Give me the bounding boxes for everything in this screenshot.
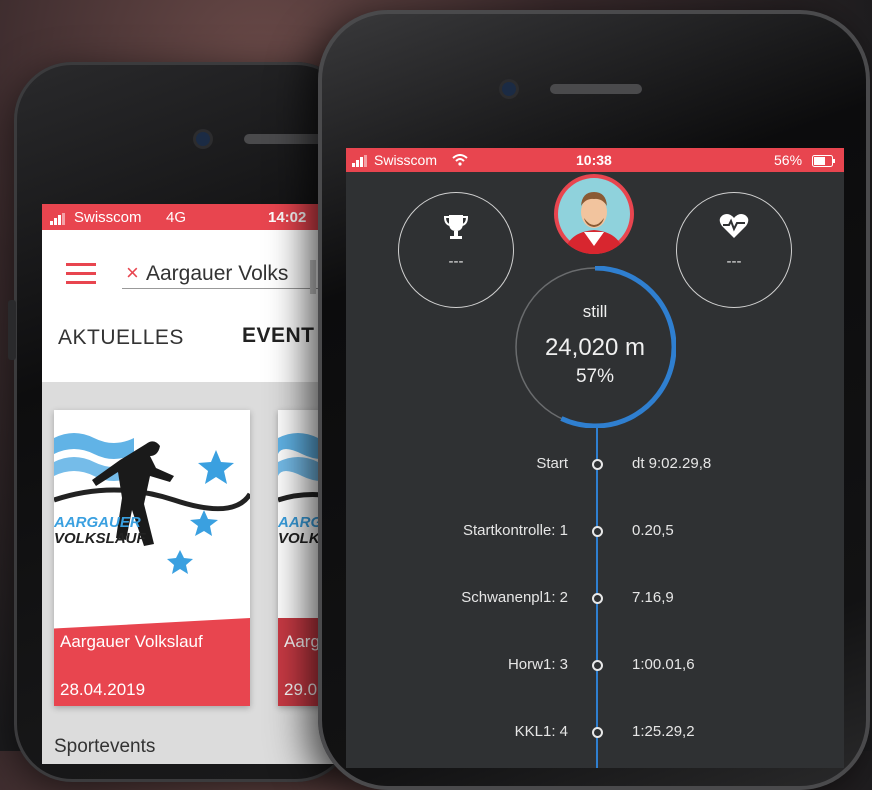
front-camera bbox=[502, 82, 516, 96]
timeline-node bbox=[592, 526, 603, 537]
event-card[interactable]: AARGAUER VOLKSLAUF Aargauer Volkslauf 28… bbox=[54, 410, 250, 706]
timeline-label: KKL1: 4 bbox=[514, 723, 568, 740]
event-title: Aargauer Volkslauf bbox=[60, 632, 203, 651]
back-phone-screen: Swisscom 4G 14:02 × Aargauer Volks AKTUE… bbox=[42, 204, 342, 764]
network-type: 4G bbox=[166, 209, 187, 226]
signal-icon bbox=[50, 212, 68, 229]
logo-text-bottom: VOLK bbox=[278, 530, 320, 547]
event-title: Aarg bbox=[284, 632, 320, 651]
carrier-name: Swisscom bbox=[74, 209, 142, 226]
timeline-label: Startkontrolle: 1 bbox=[462, 522, 568, 539]
logo-text-bottom: VOLKSLAUF bbox=[54, 530, 146, 547]
timeline-split-time: dt 9:02.29,8 bbox=[632, 455, 712, 472]
timeline-split-time: 1:25.29,2 bbox=[632, 723, 695, 740]
tab-aktuelles[interactable]: AKTUELLES bbox=[58, 326, 184, 350]
logo-text-top: AARG bbox=[278, 514, 323, 531]
timeline-node bbox=[592, 660, 603, 671]
app-header: × Aargauer Volks AKTUELLES EVENT bbox=[42, 230, 342, 382]
event-date: 28.04.2019 bbox=[60, 680, 146, 699]
card-label-block: Aargauer Volkslauf 28.04.2019 bbox=[54, 618, 250, 706]
timeline-node bbox=[592, 593, 603, 604]
front-phone-screen: Swisscom 10:38 56% --- --- still 24,020 … bbox=[346, 148, 844, 768]
timeline-node bbox=[592, 727, 603, 738]
timeline-label: Horw1: 3 bbox=[507, 656, 568, 673]
side-button bbox=[8, 300, 16, 360]
timeline-split-time: 7.16,9 bbox=[632, 589, 674, 606]
timeline-split-time: 0.20,5 bbox=[632, 522, 674, 539]
event-date: 29.0 bbox=[284, 680, 318, 699]
status-time: 14:02 bbox=[268, 209, 307, 226]
earpiece-speaker bbox=[550, 84, 642, 94]
timeline-split-time: 1:00.01,6 bbox=[632, 656, 695, 673]
front-camera bbox=[196, 132, 210, 146]
status-bar: Swisscom 4G 14:02 bbox=[42, 204, 342, 230]
search-chip[interactable]: × Aargauer Volks bbox=[122, 258, 342, 289]
section-heading: Sportevents bbox=[54, 736, 156, 757]
timeline-label: Schwanenpl1: 2 bbox=[461, 589, 568, 606]
logo-text-top: AARGAUER bbox=[54, 514, 141, 531]
timeline-label: Start bbox=[536, 455, 568, 472]
tab-events[interactable]: EVENT bbox=[242, 324, 315, 348]
divider bbox=[310, 260, 316, 294]
close-icon[interactable]: × bbox=[126, 260, 139, 286]
timeline-node bbox=[592, 459, 603, 470]
search-text: Aargauer Volks bbox=[146, 262, 289, 285]
timeline: Start dt 9:02.29,8 Startkontrolle: 1 0.20,5… bbox=[346, 148, 844, 768]
hamburger-menu-icon[interactable] bbox=[66, 262, 96, 286]
